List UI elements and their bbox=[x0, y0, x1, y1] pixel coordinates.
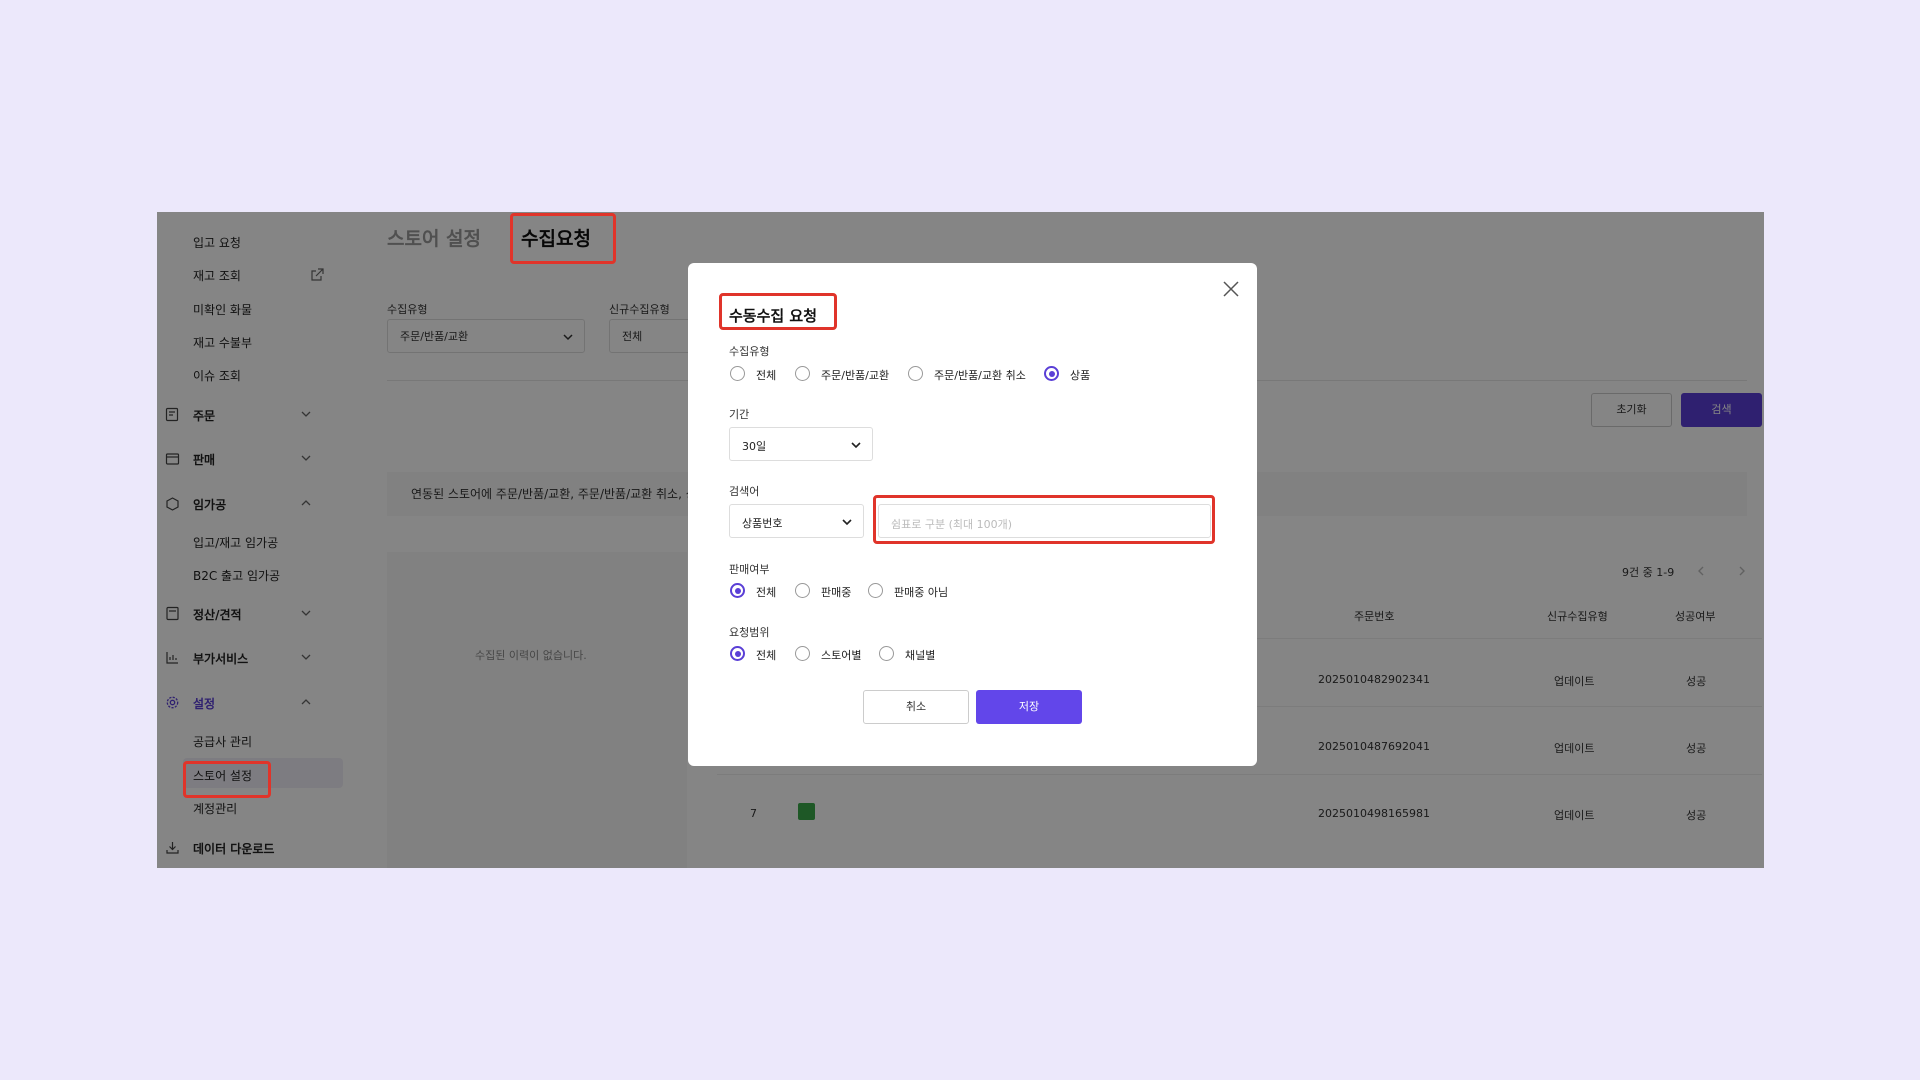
manual-collect-modal: 수동수집 요청 수집유형 전체 주문/반품/교환 주문/반품/교환 취소 상품 … bbox=[688, 263, 1257, 766]
radio-label: 주문/반품/교환 취소 bbox=[934, 369, 1026, 382]
keyword-type-value: 상품번호 bbox=[742, 517, 783, 530]
close-icon[interactable] bbox=[1222, 280, 1240, 298]
keyword-label: 검색어 bbox=[729, 485, 760, 498]
radio-label: 전체 bbox=[756, 369, 777, 382]
radio-circle bbox=[879, 646, 894, 661]
modal-title: 수동수집 요청 bbox=[729, 307, 818, 325]
radio-circle-selected bbox=[730, 646, 745, 661]
radio-label: 전체 bbox=[756, 586, 777, 599]
chevron-down-icon bbox=[851, 442, 861, 449]
period-select[interactable]: 30일 bbox=[729, 427, 873, 461]
chevron-down-icon bbox=[842, 519, 852, 526]
radio-circle bbox=[908, 366, 923, 381]
radio-circle bbox=[868, 583, 883, 598]
radio-label: 채널별 bbox=[905, 649, 936, 662]
highlight-box-keyword-input bbox=[873, 495, 1215, 544]
highlight-box-title bbox=[510, 213, 616, 264]
radio-label: 스토어별 bbox=[821, 649, 862, 662]
radio-circle bbox=[795, 366, 810, 381]
keyword-type-select[interactable]: 상품번호 bbox=[729, 504, 864, 538]
collect-type-label: 수집유형 bbox=[729, 345, 770, 358]
radio-circle-selected bbox=[730, 583, 745, 598]
radio-circle bbox=[795, 583, 810, 598]
radio-label: 판매중 아님 bbox=[894, 586, 949, 599]
scope-label: 요청범위 bbox=[729, 626, 770, 639]
radio-label: 상품 bbox=[1070, 369, 1091, 382]
period-label: 기간 bbox=[729, 408, 750, 421]
radio-label: 판매중 bbox=[821, 586, 852, 599]
radio-circle bbox=[730, 366, 745, 381]
save-button[interactable]: 저장 bbox=[976, 690, 1082, 724]
period-value: 30일 bbox=[742, 440, 767, 453]
radio-label: 전체 bbox=[756, 649, 777, 662]
highlight-box-store-settings bbox=[183, 761, 271, 798]
radio-circle-selected bbox=[1044, 366, 1059, 381]
radio-circle bbox=[795, 646, 810, 661]
radio-label: 주문/반품/교환 bbox=[821, 369, 890, 382]
cancel-button[interactable]: 취소 bbox=[863, 690, 969, 724]
sale-status-label: 판매여부 bbox=[729, 563, 770, 576]
